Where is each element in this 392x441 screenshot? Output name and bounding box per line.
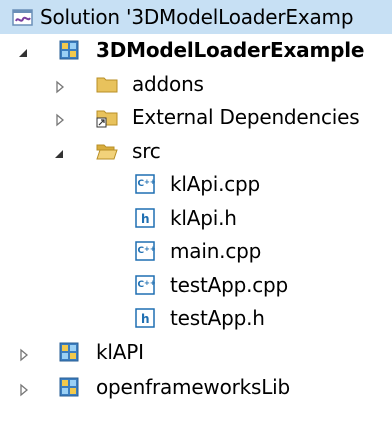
cpp-file-icon: C ++ [134, 240, 156, 262]
tree-item-addons[interactable]: addons [0, 67, 392, 101]
collapsed-arrow-icon[interactable] [52, 109, 68, 127]
tree-item-src[interactable]: src [0, 134, 392, 168]
tree-item-label: klApi.cpp [170, 172, 261, 196]
header-file-icon: h [134, 207, 156, 229]
collapsed-arrow-icon[interactable] [16, 379, 32, 397]
collapsed-arrow-icon[interactable] [52, 76, 68, 94]
tree-item-label: main.cpp [170, 239, 262, 263]
header-file-icon: h [134, 307, 156, 329]
tree-item-label: testApp.h [170, 306, 265, 330]
external-deps-folder-icon [96, 106, 118, 128]
expanded-arrow-icon[interactable] [52, 143, 68, 159]
tree-item-file[interactable]: C ++ testApp.cpp [0, 268, 392, 302]
tree-item-label: 3DModelLoaderExample [96, 38, 365, 62]
tree-item-solution[interactable]: Solution '3DModelLoaderExamp [0, 0, 392, 34]
expanded-arrow-icon[interactable] [16, 42, 32, 58]
tree-item-project-3dmodelloaderexample[interactable]: 3DModelLoaderExample [0, 33, 392, 67]
project-icon [58, 376, 80, 398]
svg-text:++: ++ [144, 279, 156, 287]
tree-item-project-openframeworkslib[interactable]: openframeworksLib [0, 370, 392, 404]
cpp-file-icon: C ++ [134, 173, 156, 195]
folder-icon [96, 73, 118, 95]
tree-item-project-klapi[interactable]: klAPI [0, 335, 392, 369]
tree-item-label: Solution '3DModelLoaderExamp [40, 5, 354, 29]
tree-item-file[interactable]: C ++ main.cpp [0, 234, 392, 268]
tree-item-label: klApi.h [170, 206, 237, 230]
tree-item-label: src [132, 139, 161, 163]
solution-icon [12, 6, 34, 28]
svg-text:h: h [141, 312, 150, 326]
tree-item-label: External Dependencies [132, 105, 360, 129]
tree-item-file[interactable]: h testApp.h [0, 301, 392, 335]
open-folder-icon [96, 140, 118, 162]
tree-item-label: openframeworksLib [96, 375, 291, 399]
svg-text:h: h [141, 212, 150, 226]
tree-item-file[interactable]: C ++ klApi.cpp [0, 167, 392, 201]
project-icon [58, 39, 80, 61]
cpp-file-icon: C ++ [134, 274, 156, 296]
tree-item-label: addons [132, 72, 204, 96]
svg-text:++: ++ [144, 245, 156, 253]
svg-text:++: ++ [144, 178, 156, 186]
tree-item-file[interactable]: h klApi.h [0, 201, 392, 235]
tree-item-label: klAPI [96, 340, 144, 364]
collapsed-arrow-icon[interactable] [16, 344, 32, 362]
tree-item-external-dependencies[interactable]: External Dependencies [0, 100, 392, 134]
tree-item-label: testApp.cpp [170, 273, 289, 297]
solution-explorer-tree: Solution '3DModelLoaderExamp 3DModelLoad… [0, 0, 392, 441]
project-icon [58, 341, 80, 363]
